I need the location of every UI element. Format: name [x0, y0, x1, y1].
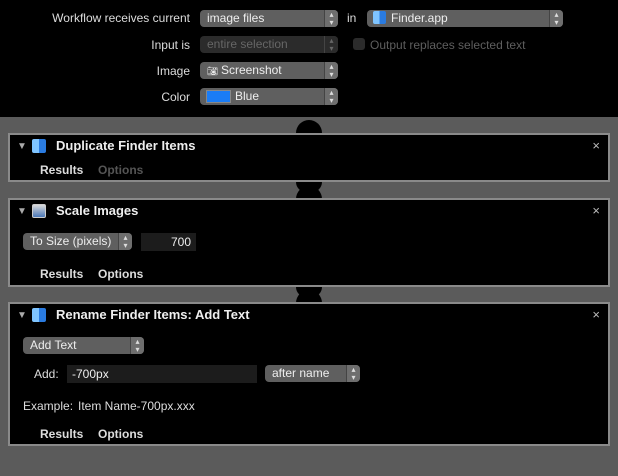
- disclosure-triangle[interactable]: ▼: [17, 310, 27, 321]
- image-popup[interactable]: 📷︎ Screenshot ▴ ▾: [200, 62, 338, 79]
- disclosure-triangle[interactable]: ▼: [17, 141, 27, 152]
- scale-images-icon: [32, 204, 46, 218]
- action-rename-finder-items: ▼ Rename Finder Items: Add Text × Add Te…: [8, 302, 610, 446]
- input-type-value: image files: [207, 11, 265, 25]
- action-duplicate-finder-items: ▼ Duplicate Finder Items × Results Optio…: [8, 133, 610, 182]
- results-tab[interactable]: Results: [40, 267, 83, 281]
- size-field[interactable]: 700: [141, 233, 196, 251]
- color-popup[interactable]: Blue ▴ ▾: [200, 88, 338, 105]
- finder-icon: [32, 139, 46, 153]
- color-label: Color: [161, 90, 190, 104]
- application-popup[interactable]: Finder.app ▴ ▾: [367, 10, 563, 27]
- rename-mode-value: Add Text: [30, 338, 77, 352]
- output-replaces-label: Output replaces selected text: [370, 38, 526, 52]
- rename-mode-popup[interactable]: Add Text ▴ ▾: [23, 337, 144, 354]
- image-value: Screenshot: [220, 63, 282, 77]
- finder-icon: [32, 308, 46, 322]
- results-tab[interactable]: Results: [40, 163, 83, 177]
- disclosure-triangle[interactable]: ▼: [17, 206, 27, 217]
- scale-mode-value: To Size (pixels): [30, 234, 112, 248]
- workflow-header: Workflow receives current image files ▴ ▾ …: [0, 0, 618, 117]
- example-label: Example:: [23, 399, 74, 413]
- image-label: Image: [156, 64, 190, 78]
- action-title: Scale Images: [56, 203, 139, 218]
- options-tab[interactable]: Options: [98, 267, 143, 281]
- stepper-icon: ▴ ▾: [549, 10, 563, 27]
- results-tab[interactable]: Results: [40, 427, 83, 441]
- stepper-icon: ▴ ▾: [324, 62, 338, 79]
- stepper-icon: ▴ ▾: [118, 233, 132, 250]
- add-label: Add:: [34, 367, 59, 381]
- stepper-icon: ▴ ▾: [324, 10, 338, 27]
- position-value: after name: [272, 366, 330, 380]
- scale-mode-popup[interactable]: To Size (pixels) ▴ ▾: [23, 233, 132, 250]
- action-scale-images: ▼ Scale Images × To Size (pixels) ▴ ▾ 700 …: [8, 198, 610, 287]
- input-type-popup[interactable]: image files ▴ ▾: [200, 10, 338, 27]
- receives-label: Workflow receives current: [52, 11, 190, 25]
- example-value: Item Name-700px.xxx: [78, 399, 195, 413]
- stepper-icon: ▴ ▾: [130, 337, 144, 354]
- stepper-icon: ▴ ▾: [324, 36, 338, 53]
- add-text-field[interactable]: -700px: [67, 365, 257, 383]
- position-popup[interactable]: after name ▴ ▾: [265, 365, 360, 382]
- close-icon[interactable]: ×: [592, 138, 600, 153]
- close-icon[interactable]: ×: [592, 307, 600, 322]
- close-icon[interactable]: ×: [592, 203, 600, 218]
- action-title: Duplicate Finder Items: [56, 138, 196, 153]
- connector: [296, 120, 322, 134]
- action-title: Rename Finder Items: Add Text: [56, 307, 250, 322]
- input-is-label: Input is: [151, 38, 190, 52]
- application-value: Finder.app: [391, 11, 448, 25]
- in-label: in: [347, 11, 357, 25]
- input-is-value: entire selection: [207, 37, 288, 51]
- stepper-icon: ▴ ▾: [346, 365, 360, 382]
- color-value: Blue: [235, 89, 260, 103]
- camera-icon: 📷︎: [207, 66, 221, 76]
- input-is-popup[interactable]: entire selection ▴ ▾: [200, 36, 338, 53]
- options-tab[interactable]: Options: [98, 163, 143, 177]
- options-tab[interactable]: Options: [98, 427, 143, 441]
- color-swatch: [206, 90, 231, 103]
- output-replaces-checkbox[interactable]: [353, 38, 365, 50]
- finder-icon: [373, 11, 386, 24]
- stepper-icon: ▴ ▾: [324, 88, 338, 105]
